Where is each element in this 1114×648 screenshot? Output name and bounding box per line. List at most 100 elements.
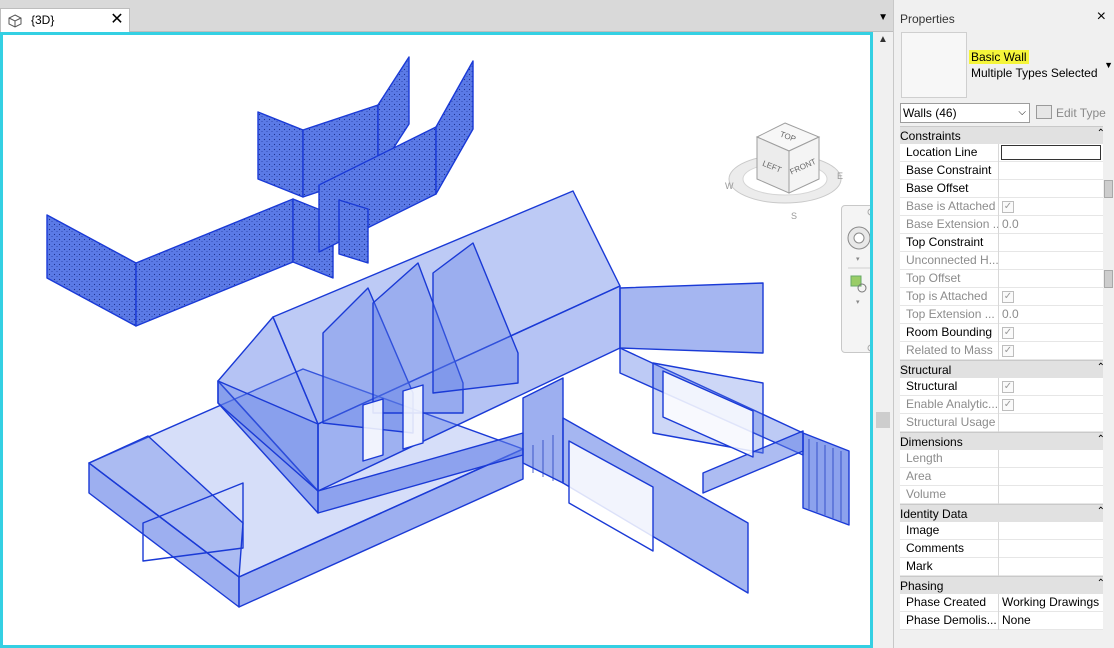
checkbox: ✓ bbox=[1002, 291, 1014, 303]
property-value[interactable]: Working Drawings bbox=[999, 594, 1109, 612]
steering-wheel-icon[interactable] bbox=[847, 226, 870, 250]
property-value: ✓ bbox=[999, 342, 1109, 360]
property-row: Top Constraint bbox=[900, 234, 1109, 252]
property-row: Base Constraint bbox=[900, 162, 1109, 180]
property-row: Area bbox=[900, 468, 1109, 486]
filter-row: Walls (46) ⌵ Edit Type bbox=[894, 101, 1114, 125]
tab-3d-view[interactable]: {3D} ✕ bbox=[0, 8, 130, 32]
property-value bbox=[999, 450, 1109, 468]
properties-scrollbar[interactable] bbox=[1103, 126, 1114, 648]
property-name: Phase Demolis... bbox=[900, 612, 999, 630]
property-name: Related to Mass bbox=[900, 342, 999, 360]
property-name: Top Extension ... bbox=[900, 306, 999, 324]
close-icon[interactable]: ✕ bbox=[109, 10, 125, 30]
property-name: Enable Analytic... bbox=[900, 396, 999, 414]
property-group-label: Identity Data bbox=[900, 507, 968, 521]
property-row: Volume bbox=[900, 486, 1109, 504]
property-value[interactable]: ✓ bbox=[999, 324, 1109, 342]
property-value[interactable]: ✓ bbox=[999, 378, 1109, 396]
viewcube[interactable]: TOP LEFT FRONT W S E bbox=[715, 87, 855, 227]
scroll-thumb[interactable] bbox=[1104, 180, 1113, 198]
property-row: Related to Mass ✓ bbox=[900, 342, 1109, 360]
property-row: Top Offset bbox=[900, 270, 1109, 288]
property-name: Comments bbox=[900, 540, 999, 558]
property-row: Base Extension ... 0.0 bbox=[900, 216, 1109, 234]
3d-model-canvas[interactable]: TOP LEFT FRONT W S E ▾ ▾ bbox=[0, 32, 873, 648]
scroll-up-icon[interactable]: ▲ bbox=[878, 34, 888, 45]
property-name: Volume bbox=[900, 486, 999, 504]
svg-text:▾: ▾ bbox=[856, 256, 860, 263]
property-group-structural[interactable]: Structural ⌃ bbox=[900, 360, 1109, 378]
property-value[interactable] bbox=[999, 234, 1109, 252]
property-name: Phase Created bbox=[900, 594, 999, 612]
chevron-down-icon[interactable]: ▼ bbox=[1104, 60, 1113, 70]
property-name: Mark bbox=[900, 558, 999, 576]
tab-menu-icon[interactable]: ▼ bbox=[878, 12, 888, 23]
checkbox: ✓ bbox=[1002, 345, 1014, 357]
checkbox[interactable]: ✓ bbox=[1002, 381, 1014, 393]
property-group-label: Dimensions bbox=[900, 435, 963, 449]
edit-type-icon bbox=[1036, 105, 1052, 119]
scroll-thumb[interactable] bbox=[876, 412, 890, 428]
property-value[interactable] bbox=[999, 558, 1109, 576]
navigation-bar: ▾ ▾ bbox=[841, 205, 870, 353]
edit-type-button[interactable]: Edit Type bbox=[1036, 103, 1112, 123]
scroll-thumb[interactable] bbox=[1104, 270, 1113, 288]
property-name: Structural bbox=[900, 378, 999, 396]
view-scrollbar[interactable]: ▲ bbox=[873, 32, 893, 648]
filter-value: Walls (46) bbox=[903, 106, 957, 120]
property-row: Mark bbox=[900, 558, 1109, 576]
property-value[interactable] bbox=[999, 180, 1109, 198]
property-row: Top is Attached ✓ bbox=[900, 288, 1109, 306]
chevron-down-icon: ⌵ bbox=[1018, 107, 1026, 118]
property-row: Image bbox=[900, 522, 1109, 540]
property-row: Length bbox=[900, 450, 1109, 468]
property-value: ✓ bbox=[999, 198, 1109, 216]
property-row: Location Line bbox=[900, 144, 1109, 162]
property-group-label: Phasing bbox=[900, 579, 944, 593]
compass-west-label: W bbox=[725, 181, 734, 191]
property-value: ✓ bbox=[999, 288, 1109, 306]
checkbox[interactable]: ✓ bbox=[1002, 327, 1014, 339]
type-selector[interactable]: Basic Wall Multiple Types Selected ▼ bbox=[894, 30, 1114, 100]
property-name: Base Extension ... bbox=[900, 216, 999, 234]
close-icon[interactable]: × bbox=[1097, 8, 1106, 26]
category-filter-select[interactable]: Walls (46) ⌵ bbox=[900, 103, 1030, 123]
type-name-label: Multiple Types Selected bbox=[971, 66, 1098, 80]
compass-east-label: E bbox=[837, 171, 843, 181]
compass-south-label: S bbox=[791, 211, 797, 221]
view-area: {3D} ✕ ▼ TOP LEFT FRONT W S E ▾ ▾ ▲ bbox=[0, 0, 893, 648]
property-row: Enable Analytic... ✓ bbox=[900, 396, 1109, 414]
property-name: Base is Attached bbox=[900, 198, 999, 216]
property-group-dimensions[interactable]: Dimensions ⌃ bbox=[900, 432, 1109, 450]
property-name: Base Offset bbox=[900, 180, 999, 198]
tab-label: {3D} bbox=[31, 13, 55, 27]
property-row: Structural Usage bbox=[900, 414, 1109, 432]
property-row: Base is Attached ✓ bbox=[900, 198, 1109, 216]
property-value[interactable] bbox=[999, 144, 1109, 162]
property-group-label: Constraints bbox=[900, 129, 961, 143]
property-group-identity-data[interactable]: Identity Data ⌃ bbox=[900, 504, 1109, 522]
property-name: Top is Attached bbox=[900, 288, 999, 306]
property-value[interactable] bbox=[999, 162, 1109, 180]
property-group-constraints[interactable]: Constraints ⌃ bbox=[900, 126, 1109, 144]
property-input[interactable] bbox=[1001, 145, 1101, 160]
property-name: Room Bounding bbox=[900, 324, 999, 342]
property-value bbox=[999, 252, 1109, 270]
property-name: Image bbox=[900, 522, 999, 540]
property-value[interactable] bbox=[999, 522, 1109, 540]
type-family-label: Basic Wall bbox=[969, 50, 1029, 64]
zoom-icon[interactable] bbox=[850, 275, 867, 293]
property-row: Top Extension ... 0.0 bbox=[900, 306, 1109, 324]
property-value bbox=[999, 414, 1109, 432]
property-value: 0.0 bbox=[1002, 307, 1019, 321]
property-value[interactable] bbox=[999, 540, 1109, 558]
property-value bbox=[999, 486, 1109, 504]
property-value bbox=[999, 270, 1109, 288]
type-preview-image bbox=[901, 32, 967, 98]
property-name: Unconnected H... bbox=[900, 252, 999, 270]
property-name: Top Offset bbox=[900, 270, 999, 288]
property-value[interactable]: None bbox=[999, 612, 1109, 630]
property-group-phasing[interactable]: Phasing ⌃ bbox=[900, 576, 1109, 594]
properties-grid: Constraints ⌃ Location Line Base Constraint… bbox=[900, 126, 1109, 630]
